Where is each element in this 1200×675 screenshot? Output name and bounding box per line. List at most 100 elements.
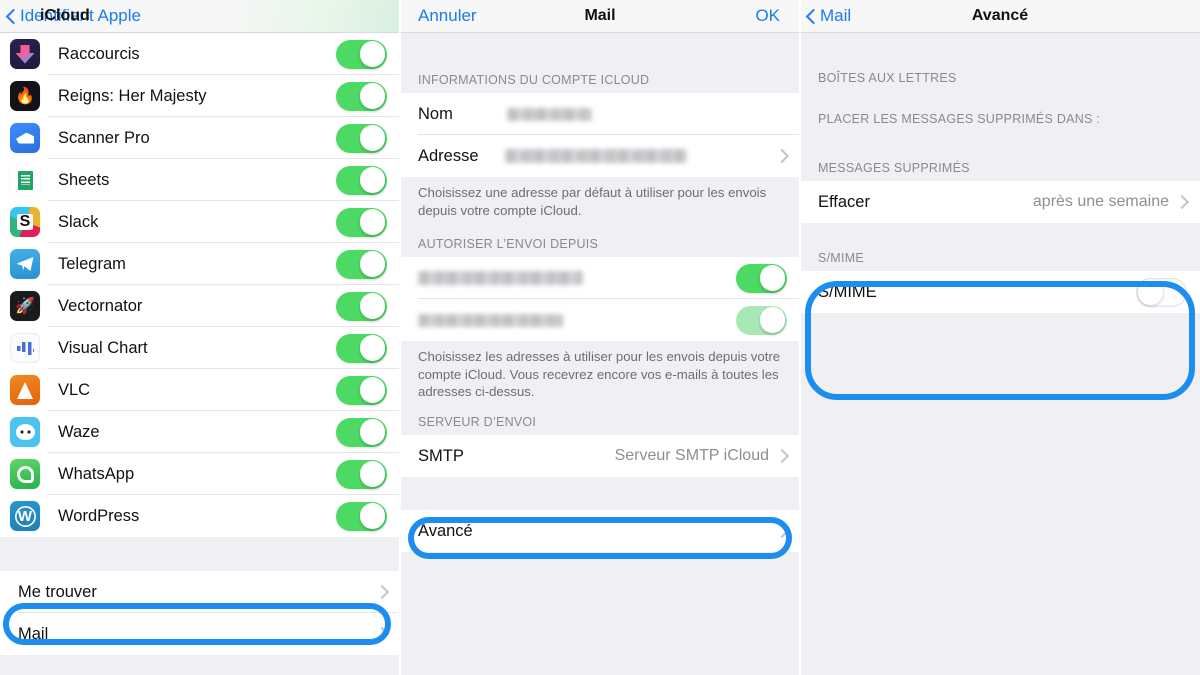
chevron-right-icon [377,585,386,599]
section-header-place: PLACER LES MESSAGES SUPPRIMÉS DANS : [800,105,1200,133]
row-label: Mail [18,624,49,643]
app-sync-toggle[interactable] [336,291,387,321]
vlc-icon [10,375,40,405]
app-row[interactable]: Raccourcis [0,33,400,75]
app-name: Visual Chart [58,338,148,357]
row-adresse[interactable]: Adresse [400,135,800,177]
toggle-knob [359,251,386,277]
app-row[interactable]: Visual Chart [0,327,400,369]
row-smtp-label: SMTP [418,446,464,465]
row-smtp[interactable]: SMTP Serveur SMTP iCloud [400,435,800,477]
page-title-advanced: Avancé [971,7,1029,24]
app-name: Telegram [58,254,126,273]
allow-address-row-2[interactable] [400,299,800,341]
app-row[interactable]: Waze [0,411,400,453]
app-row[interactable]: Slack [0,201,400,243]
icloud-row-me-trouver[interactable]: Me trouver [0,571,400,613]
row-effacer-label: Effacer [818,192,870,211]
app-row[interactable]: Sheets [0,159,400,201]
icloud-extra-list: Me trouver Mail [0,571,400,655]
app-sync-toggle[interactable] [336,333,387,363]
navbar-advanced: Mail Avancé [800,0,1200,33]
app-name: Sheets [58,170,110,189]
app-sync-toggle[interactable] [336,81,387,111]
app-row[interactable]: VLC [0,369,400,411]
app-sync-toggle[interactable] [336,249,387,279]
list-gap-2 [0,655,400,675]
allow-address-row-1[interactable] [400,257,800,299]
toggle-knob [759,307,786,333]
gap-before-smime [800,223,1200,241]
chevron-left-icon [806,8,816,25]
shortcuts-icon [10,39,40,69]
gap-top [800,33,1200,61]
panel-icloud-apps: Identifiant Apple iCloud Raccourcis Reign… [0,0,400,675]
row-nom[interactable]: Nom [400,93,800,135]
gap-bottom [800,313,1200,433]
slack-icon [10,207,40,237]
back-button-mail[interactable]: Mail [800,6,851,26]
app-sync-toggle[interactable] [336,123,387,153]
row-avance-label: Avancé [418,521,473,540]
section-header-mailboxes-label: BOÎTES AUX LETTRES [818,71,957,85]
note-allow: Choisissez les adresses à utiliser pour … [400,341,800,407]
vectornator-icon [10,291,40,321]
app-row[interactable]: WordPress [0,495,400,537]
ok-button[interactable]: OK [755,6,780,26]
back-button-identifiant-apple[interactable]: Identifiant Apple [0,6,141,26]
app-name: Scanner Pro [58,128,150,147]
app-sync-toggle[interactable] [336,417,387,447]
app-row[interactable]: Reigns: Her Majesty [0,75,400,117]
list-gap-1 [0,537,400,571]
reigns-icon [10,81,40,111]
section-header-smime-label: S/MIME [818,251,864,265]
app-sync-toggle[interactable] [336,165,387,195]
icloud-row-mail[interactable]: Mail [0,613,400,655]
toggle-knob [359,125,386,151]
app-sync-toggle[interactable] [336,39,387,69]
toggle-knob [359,461,386,487]
panel-divider-1 [399,0,401,675]
row-effacer[interactable]: Effacer après une semaine [800,181,1200,223]
redacted-allow-address-1 [418,271,583,285]
gap-before-advanced [400,477,800,510]
navbar-icloud: Identifiant Apple iCloud [0,0,400,33]
app-sync-toggle[interactable] [336,375,387,405]
redacted-address-value [504,149,687,163]
chevron-right-icon [777,524,786,538]
panel-mail-account: Annuler Mail OK INFORMATIONS DU COMPTE I… [400,0,800,675]
row-smime[interactable]: S/MIME [800,271,1200,313]
row-smtp-value: Serveur SMTP iCloud [614,447,769,464]
toggle-allow-address-2[interactable] [736,305,787,335]
app-row[interactable]: Telegram [0,243,400,285]
chevron-left-icon [6,8,16,25]
chevron-right-icon [777,449,786,463]
row-smime-label: S/MIME [818,282,877,301]
app-name: Vectornator [58,296,143,315]
toggle-knob [359,209,386,235]
section-header-account-label: INFORMATIONS DU COMPTE ICLOUD [418,73,650,87]
app-sync-toggle[interactable] [336,501,387,531]
section-header-deleted-label: MESSAGES SUPPRIMÉS [818,161,970,175]
scanner-pro-icon [10,123,40,153]
app-sync-list: Raccourcis Reigns: Her Majesty Scanner Pro… [0,33,400,537]
app-row[interactable]: Vectornator [0,285,400,327]
redacted-name-value [506,107,592,121]
row-label: Me trouver [18,582,97,601]
chevron-right-icon [777,149,786,163]
app-sync-toggle[interactable] [336,459,387,489]
panel-advanced: Mail Avancé BOÎTES AUX LETTRES PLACER LE… [800,0,1200,675]
row-avance[interactable]: Avancé [400,510,800,552]
toggle-smime[interactable] [1136,277,1187,307]
server-group: SMTP Serveur SMTP iCloud [400,435,800,477]
gap-before-place [800,91,1200,105]
sheets-icon [10,165,40,195]
app-row[interactable]: WhatsApp [0,453,400,495]
redacted-allow-address-2 [418,313,563,327]
app-sync-toggle[interactable] [336,207,387,237]
wordpress-icon [10,501,40,531]
cancel-button[interactable]: Annuler [400,6,477,26]
row-adresse-label: Adresse [418,146,479,165]
toggle-allow-address-1[interactable] [736,263,787,293]
app-row[interactable]: Scanner Pro [0,117,400,159]
